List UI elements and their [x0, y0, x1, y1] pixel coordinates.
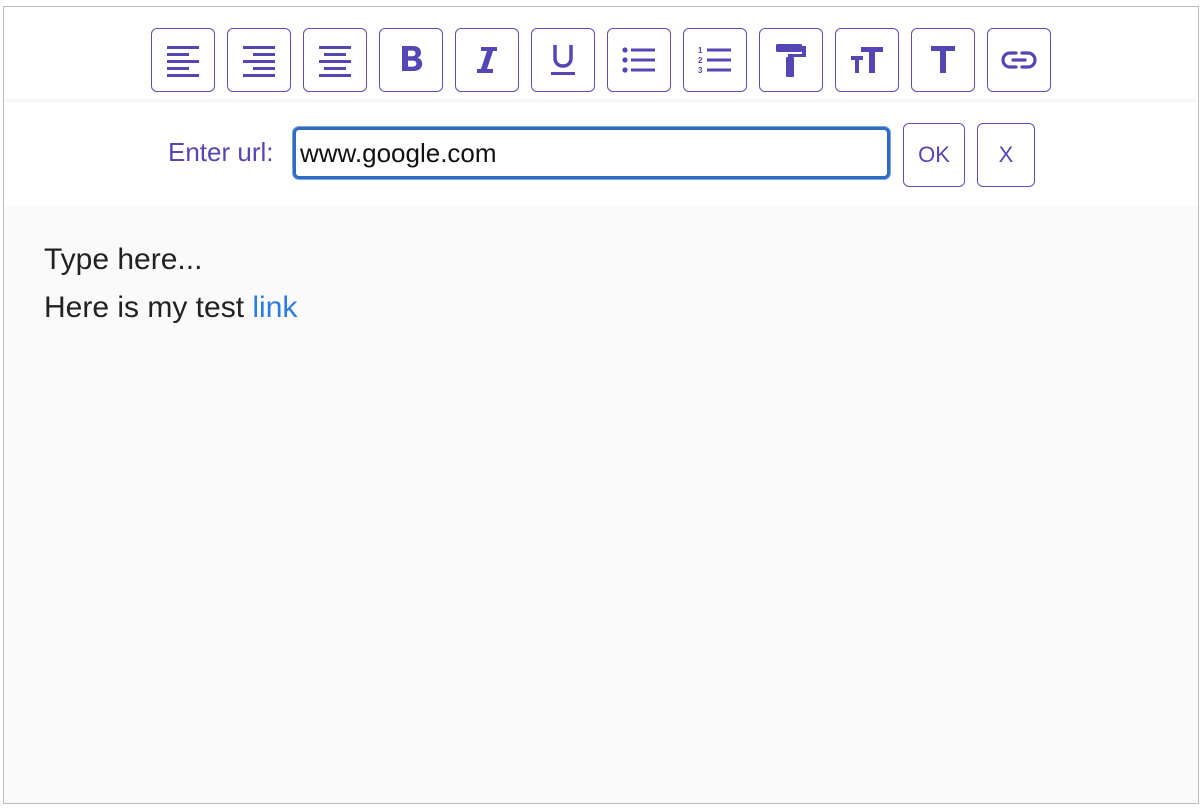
italic-icon [477, 47, 497, 73]
editor-line-1: Type here... [44, 243, 203, 276]
bullet-list-icon [622, 47, 655, 73]
numbered-list-button[interactable]: 1 2 3 [683, 28, 747, 92]
editor-line-2: Here is my test link [44, 284, 1158, 332]
cancel-button[interactable]: X [977, 123, 1035, 187]
paint-roller-icon [776, 44, 806, 77]
bullet-list-button[interactable] [607, 28, 671, 92]
align-center-icon [319, 46, 351, 77]
align-left-button[interactable] [151, 28, 215, 92]
text-icon [931, 46, 955, 73]
underline-button[interactable] [531, 28, 595, 92]
font-size-button[interactable] [835, 28, 899, 92]
url-input[interactable] [293, 127, 890, 179]
align-right-icon [243, 46, 275, 77]
svg-text:1: 1 [698, 46, 703, 55]
ok-button[interactable]: OK [903, 123, 965, 187]
font-size-icon [851, 47, 883, 73]
italic-button[interactable] [455, 28, 519, 92]
underline-icon [551, 45, 575, 75]
editor-line-2-text: Here is my test [44, 291, 253, 324]
svg-text:3: 3 [698, 66, 703, 75]
link-icon [1001, 51, 1037, 69]
editor-frame: 1 2 3 Enter url: www.google.com OK X Typ… [3, 6, 1199, 804]
align-center-button[interactable] [303, 28, 367, 92]
url-label: Enter url: [168, 137, 274, 167]
link-button[interactable] [987, 28, 1051, 92]
numbered-list-icon: 1 2 3 [698, 46, 731, 75]
text-button[interactable] [911, 28, 975, 92]
bold-button[interactable] [379, 28, 443, 92]
align-left-icon [167, 46, 199, 77]
editor-link[interactable]: link [252, 291, 297, 324]
paint-format-button[interactable] [759, 28, 823, 92]
align-right-button[interactable] [227, 28, 291, 92]
formatting-toolbar: 1 2 3 [4, 7, 1198, 102]
editor-content-area[interactable]: Type here... Here is my test link [4, 206, 1198, 803]
svg-text:2: 2 [698, 56, 703, 65]
bold-icon [402, 46, 423, 71]
